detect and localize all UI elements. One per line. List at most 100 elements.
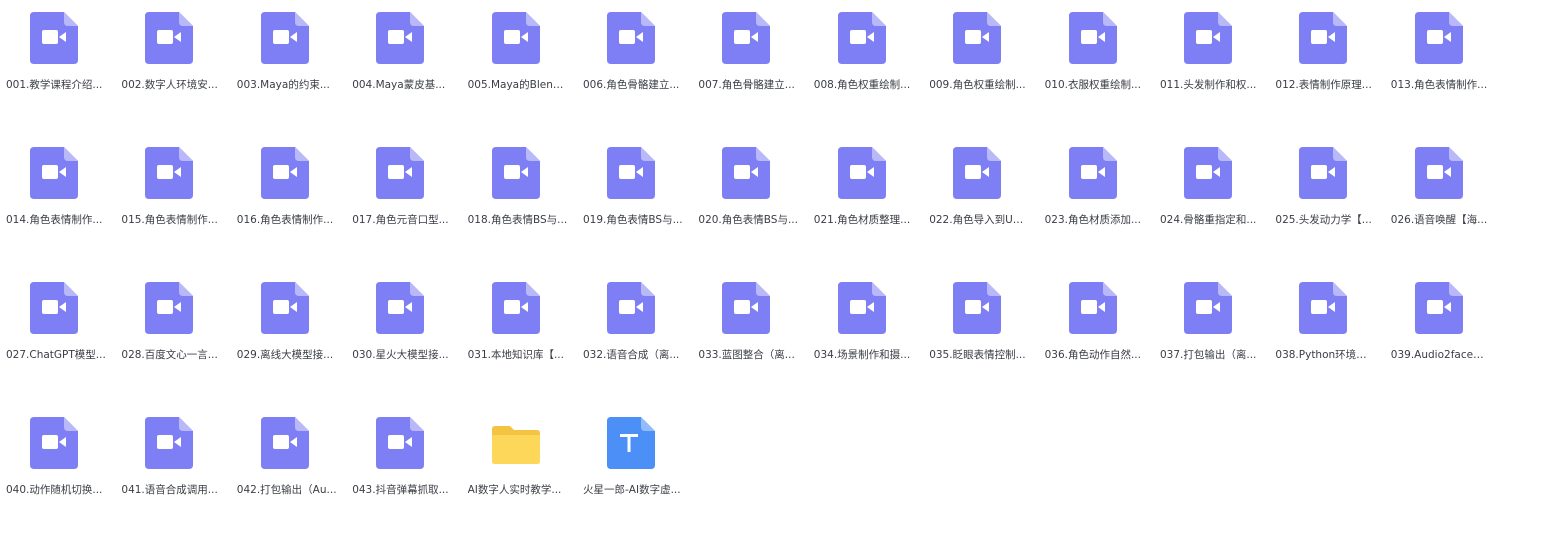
file-name-label: 028.百度文心一言...	[121, 349, 218, 361]
video-file-icon	[607, 12, 655, 64]
file-name-label: 009.角色权重绘制...	[929, 79, 1026, 91]
video-file-icon	[30, 417, 78, 469]
video-file-icon	[1068, 147, 1117, 199]
file-name-label: 022.角色导入到UE...	[929, 214, 1030, 226]
file-name-label: 034.场景制作和摄...	[813, 349, 911, 361]
file-item[interactable]: 017.角色元音口型...	[348, 135, 452, 235]
file-name-label: 015.角色表情制作...	[121, 214, 218, 226]
file-name-label: 026.语音唤醒【海...	[1390, 214, 1488, 226]
video-file-icon	[1184, 12, 1232, 64]
video-file-icon	[1299, 12, 1348, 64]
file-item[interactable]: 038.Python环境安...	[1271, 270, 1375, 370]
file-name-label: 003.Maya的约束...	[236, 79, 330, 91]
file-item[interactable]: 015.角色表情制作...	[117, 135, 221, 235]
file-name-label: 043.抖音弹幕抓取...	[352, 484, 449, 496]
file-item[interactable]: 034.场景制作和摄...	[810, 270, 914, 370]
file-item[interactable]: 010.衣服权重绘制...	[1041, 0, 1145, 100]
file-item[interactable]: 031.本地知识库【...	[464, 270, 568, 370]
video-file-icon	[376, 417, 425, 469]
file-name-label: 008.角色权重绘制...	[813, 79, 911, 91]
file-item[interactable]: 007.角色骨骼建立...	[694, 0, 798, 100]
file-item[interactable]: AI数字人实时教学...	[464, 405, 568, 505]
file-item[interactable]: 027.ChatGPT模型...	[2, 270, 106, 370]
file-item[interactable]: 002.数字人环境安...	[117, 0, 221, 100]
file-name-label: 024.骨骼重指定和...	[1160, 214, 1257, 226]
video-file-icon	[953, 282, 1002, 334]
file-item[interactable]: 042.打包输出（Au...	[233, 405, 337, 505]
file-name-label: 021.角色材质整理...	[813, 214, 911, 226]
video-file-icon	[145, 417, 194, 469]
file-name-label: 029.离线大模型接...	[236, 349, 334, 361]
file-item[interactable]: 012.表情制作原理...	[1271, 0, 1375, 100]
file-item[interactable]: 043.抖音弹幕抓取...	[348, 405, 452, 505]
video-file-icon	[607, 147, 655, 199]
video-file-icon	[491, 147, 540, 199]
file-item[interactable]: 039.Audio2face接...	[1387, 270, 1491, 370]
video-file-icon	[722, 12, 771, 64]
file-item[interactable]: 006.角色骨骼建立...	[579, 0, 683, 100]
file-name-label: 019.角色表情BS与...	[583, 214, 683, 226]
file-item[interactable]: 032.语音合成（离...	[579, 270, 683, 370]
video-file-icon	[30, 12, 78, 64]
file-item[interactable]: 037.打包输出（离...	[1156, 270, 1260, 370]
file-item[interactable]: 013.角色表情制作...	[1387, 0, 1491, 100]
video-file-icon	[1184, 147, 1232, 199]
file-item[interactable]: 016.角色表情制作...	[233, 135, 337, 235]
video-file-icon	[145, 12, 194, 64]
file-item[interactable]: 030.星火大模型接...	[348, 270, 452, 370]
file-item[interactable]: 008.角色权重绘制...	[810, 0, 914, 100]
file-item[interactable]: 018.角色表情BS与...	[464, 135, 568, 235]
video-file-icon	[607, 282, 655, 334]
video-file-icon	[837, 282, 886, 334]
file-item[interactable]: 004.Maya蒙皮基...	[348, 0, 452, 100]
file-item[interactable]: 009.角色权重绘制...	[925, 0, 1029, 100]
video-file-icon	[1299, 147, 1348, 199]
video-file-icon	[260, 282, 309, 334]
file-item[interactable]: 036.角色动作自然...	[1041, 270, 1145, 370]
text-file-icon	[607, 417, 655, 469]
video-file-icon	[376, 12, 425, 64]
file-name-label: 023.角色材质添加...	[1044, 214, 1141, 226]
file-name-label: 032.语音合成（离...	[583, 349, 680, 361]
video-file-icon	[1414, 147, 1463, 199]
file-item[interactable]: 022.角色导入到UE...	[925, 135, 1029, 235]
file-item[interactable]: 003.Maya的约束...	[233, 0, 337, 100]
file-item[interactable]: 020.角色表情BS与...	[694, 135, 798, 235]
file-name-label: 006.角色骨骼建立...	[583, 79, 680, 91]
file-item[interactable]: 021.角色材质整理...	[810, 135, 914, 235]
file-name-label: 013.角色表情制作...	[1390, 79, 1488, 91]
file-name-label: 041.语音合成调用...	[121, 484, 218, 496]
file-item[interactable]: 028.百度文心一言...	[117, 270, 221, 370]
video-file-icon	[30, 282, 78, 334]
file-item[interactable]: 火星一郎-AI数字虚...	[579, 405, 683, 505]
file-item[interactable]: 041.语音合成调用...	[117, 405, 221, 505]
video-file-icon	[837, 147, 886, 199]
video-file-icon	[1414, 12, 1463, 64]
video-file-icon	[260, 417, 309, 469]
video-file-icon	[837, 12, 886, 64]
file-item[interactable]: 023.角色材质添加...	[1041, 135, 1145, 235]
file-item[interactable]: 040.动作随机切换...	[2, 405, 106, 505]
file-name-label: 005.Maya的Blend...	[467, 79, 568, 91]
file-item[interactable]: 024.骨骼重指定和...	[1156, 135, 1260, 235]
file-item[interactable]: 011.头发制作和权...	[1156, 0, 1260, 100]
file-item[interactable]: 029.离线大模型接...	[233, 270, 337, 370]
file-name-label: 018.角色表情BS与...	[467, 214, 568, 226]
file-name-label: 040.动作随机切换...	[6, 484, 103, 496]
file-item[interactable]: 005.Maya的Blend...	[464, 0, 568, 100]
file-name-label: 027.ChatGPT模型...	[6, 349, 106, 361]
file-item[interactable]: 033.蓝图整合（离...	[694, 270, 798, 370]
file-name-label: 033.蓝图整合（离...	[698, 349, 795, 361]
video-file-icon	[953, 147, 1002, 199]
file-item[interactable]: 001.教学课程介绍...	[2, 0, 106, 100]
file-item[interactable]: 035.眨眼表情控制...	[925, 270, 1029, 370]
file-name-label: 002.数字人环境安...	[121, 79, 218, 91]
file-item[interactable]: 026.语音唤醒【海...	[1387, 135, 1491, 235]
file-item[interactable]: 025.头发动力学【...	[1271, 135, 1375, 235]
file-item[interactable]: 019.角色表情BS与...	[579, 135, 683, 235]
file-name-label: 016.角色表情制作...	[236, 214, 334, 226]
file-name-label: 001.教学课程介绍...	[6, 79, 103, 91]
video-file-icon	[491, 12, 540, 64]
file-name-label: 017.角色元音口型...	[352, 214, 449, 226]
file-item[interactable]: 014.角色表情制作...	[2, 135, 106, 235]
